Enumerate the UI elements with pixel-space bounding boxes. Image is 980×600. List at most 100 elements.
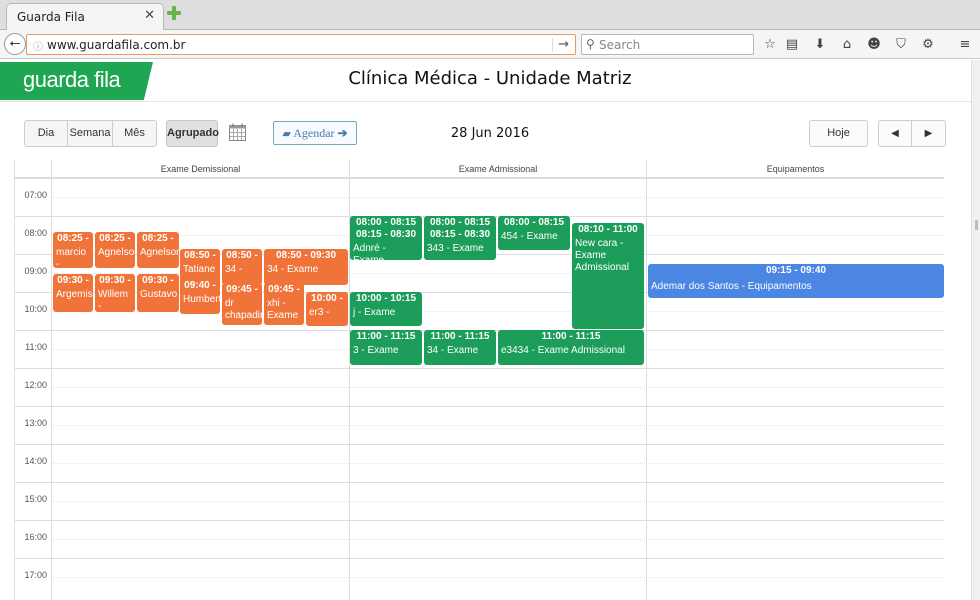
event-description: Gustavo <box>140 289 178 300</box>
home-icon[interactable]: ⌂ <box>839 37 855 52</box>
hello-icon[interactable]: ☻ <box>866 37 882 52</box>
event-card[interactable]: 11:00 - 11:15 3 - Exame <box>350 330 422 365</box>
column-divider <box>51 178 52 600</box>
event-card[interactable]: 10:00 - er3 - <box>306 292 348 326</box>
hour-line <box>15 482 944 483</box>
schedule-button[interactable]: ▰ Agendar ➔ <box>273 121 357 145</box>
event-card[interactable]: 08:00 - 08:15 08:15 - 08:30 Adnré - Exame <box>350 216 422 260</box>
browser-nav-bar: ⭠ ⓘ www.guardafila.com.br → ⚲ Search ☆ ▤… <box>0 30 980 59</box>
go-arrow-icon[interactable]: → <box>558 37 569 52</box>
hour-label: 12:00 <box>24 380 47 390</box>
column-divider <box>646 178 647 600</box>
hour-label: 13:00 <box>24 418 47 428</box>
download-icon[interactable]: ⬇ <box>812 37 828 52</box>
event-description: j - Exame <box>353 307 396 318</box>
event-card[interactable]: 08:50 - 09:30 34 - Exame <box>264 249 348 285</box>
column-header: Equipamentos <box>646 160 944 178</box>
menu-icon[interactable]: ≡ <box>957 37 973 52</box>
event-time: 08:00 - 08:15 <box>503 217 565 228</box>
hour-label: 14:00 <box>24 456 47 466</box>
event-description: New cara - Exame Admissional <box>575 238 629 273</box>
event-description: er3 - <box>309 307 330 318</box>
hour-label: 07:00 <box>24 190 47 200</box>
schedule-label: Agendar <box>293 126 335 140</box>
event-description: dr chapadin <box>225 298 262 321</box>
previous-button[interactable]: ◀ <box>878 120 912 147</box>
event-time: 09:30 - <box>99 275 131 286</box>
reading-list-icon[interactable]: ▤ <box>784 37 800 52</box>
day-view-button[interactable]: Dia <box>24 120 68 147</box>
event-time: 08:50 - <box>184 250 216 261</box>
site-header: guarda fila Clínica Médica - Unidade Mat… <box>0 60 971 102</box>
event-time: 08:00 - 08:15 08:15 - 08:30 <box>355 217 417 240</box>
event-description: Argemisa <box>56 289 93 300</box>
half-hour-line <box>51 501 944 502</box>
extension-icon[interactable]: ⚙ <box>920 37 936 52</box>
event-description: 3 - Exame <box>353 345 399 356</box>
event-time: 10:00 - 10:15 <box>355 293 417 304</box>
hour-label: 08:00 <box>24 228 47 238</box>
event-card[interactable]: 08:50 - 34 - <box>222 249 262 285</box>
event-card[interactable]: 08:10 - 11:00 New cara - Exame Admissiona… <box>572 223 644 329</box>
event-card[interactable]: 09:30 - Gustavo <box>137 274 179 312</box>
event-card[interactable]: 08:00 - 08:15 08:15 - 08:30 343 - Exame <box>424 216 496 260</box>
event-card[interactable]: 08:25 - Agnelson <box>95 232 135 268</box>
month-view-button[interactable]: Mês <box>113 120 157 147</box>
scrollbar-thumb[interactable] <box>975 220 978 230</box>
event-card[interactable]: 11:00 - 11:15 e3434 - Exame Admissional <box>498 330 644 365</box>
event-card[interactable]: 09:15 - 09:40 Ademar dos Santos - Equipam… <box>648 264 944 298</box>
grouped-view-button[interactable]: Agrupado <box>166 120 219 147</box>
close-tab-icon[interactable]: ✕ <box>144 8 155 23</box>
event-description: 343 - Exame <box>427 243 484 254</box>
arrow-right-icon: ➔ <box>337 126 348 140</box>
new-tab-icon[interactable] <box>167 6 181 20</box>
event-time: 09:45 - <box>226 284 258 295</box>
page-title: Clínica Médica - Unidade Matriz <box>348 68 632 89</box>
event-card[interactable]: 09:45 - xhi - Exame <box>264 283 304 325</box>
view-switcher: Dia Semana Mês <box>24 120 157 148</box>
half-hour-line <box>51 197 944 198</box>
event-card[interactable]: 10:00 - 10:15 j - Exame <box>350 292 422 326</box>
event-time: 11:00 - 11:15 <box>356 331 416 342</box>
calendar-header: Exame Demissional Exame Admissional Equi… <box>15 160 944 178</box>
event-card[interactable]: 11:00 - 11:15 34 - Exame <box>424 330 496 365</box>
back-icon[interactable]: ⭠ <box>4 33 26 55</box>
hour-line <box>15 444 944 445</box>
hour-label: 10:00 <box>24 304 47 314</box>
event-card[interactable]: 09:30 - Argemisa <box>53 274 93 312</box>
event-description: 34 - Exame <box>267 264 319 275</box>
half-hour-line <box>51 539 944 540</box>
browser-tab[interactable]: Guarda Fila ✕ <box>6 3 164 30</box>
event-time: 08:25 - <box>142 233 174 244</box>
event-description: e3434 - Exame Admissional <box>501 345 625 356</box>
event-card[interactable]: 08:00 - 08:15 454 - Exame <box>498 216 570 250</box>
hour-label: 17:00 <box>24 570 47 580</box>
hour-line <box>15 558 944 559</box>
info-icon[interactable]: ⓘ <box>33 38 43 53</box>
scrollbar[interactable] <box>971 60 980 600</box>
event-card[interactable]: 09:30 - Willem - <box>95 274 135 312</box>
pocket-icon[interactable]: ⛉ <box>893 37 909 52</box>
hour-label: 09:00 <box>24 266 47 276</box>
search-input[interactable]: ⚲ Search <box>581 34 754 55</box>
half-hour-line <box>51 387 944 388</box>
event-card[interactable]: 09:45 - dr chapadin <box>222 283 262 325</box>
hour-line <box>15 368 944 369</box>
calendar-icon[interactable] <box>229 123 246 141</box>
next-button[interactable]: ▶ <box>912 120 946 147</box>
event-description: Humberto <box>183 294 220 305</box>
url-bar[interactable]: ⓘ www.guardafila.com.br → <box>26 34 576 55</box>
event-card[interactable]: 08:25 - marcio - <box>53 232 93 268</box>
hour-label: 11:00 <box>25 342 47 352</box>
search-icon: ⚲ <box>586 37 595 51</box>
today-button[interactable]: Hoje <box>809 120 868 147</box>
event-description: Willem - <box>98 289 128 312</box>
event-description: Agnelson <box>140 247 179 258</box>
hour-label: 15:00 <box>24 494 47 504</box>
event-card[interactable]: 09:40 - Humberto <box>180 279 220 314</box>
event-description: 34 - Exame <box>427 345 479 356</box>
event-card[interactable]: 08:25 - Agnelson <box>137 232 179 268</box>
week-view-button[interactable]: Semana <box>68 120 113 147</box>
bookmark-star-icon[interactable]: ☆ <box>762 37 778 52</box>
event-description: marcio - <box>56 247 87 268</box>
